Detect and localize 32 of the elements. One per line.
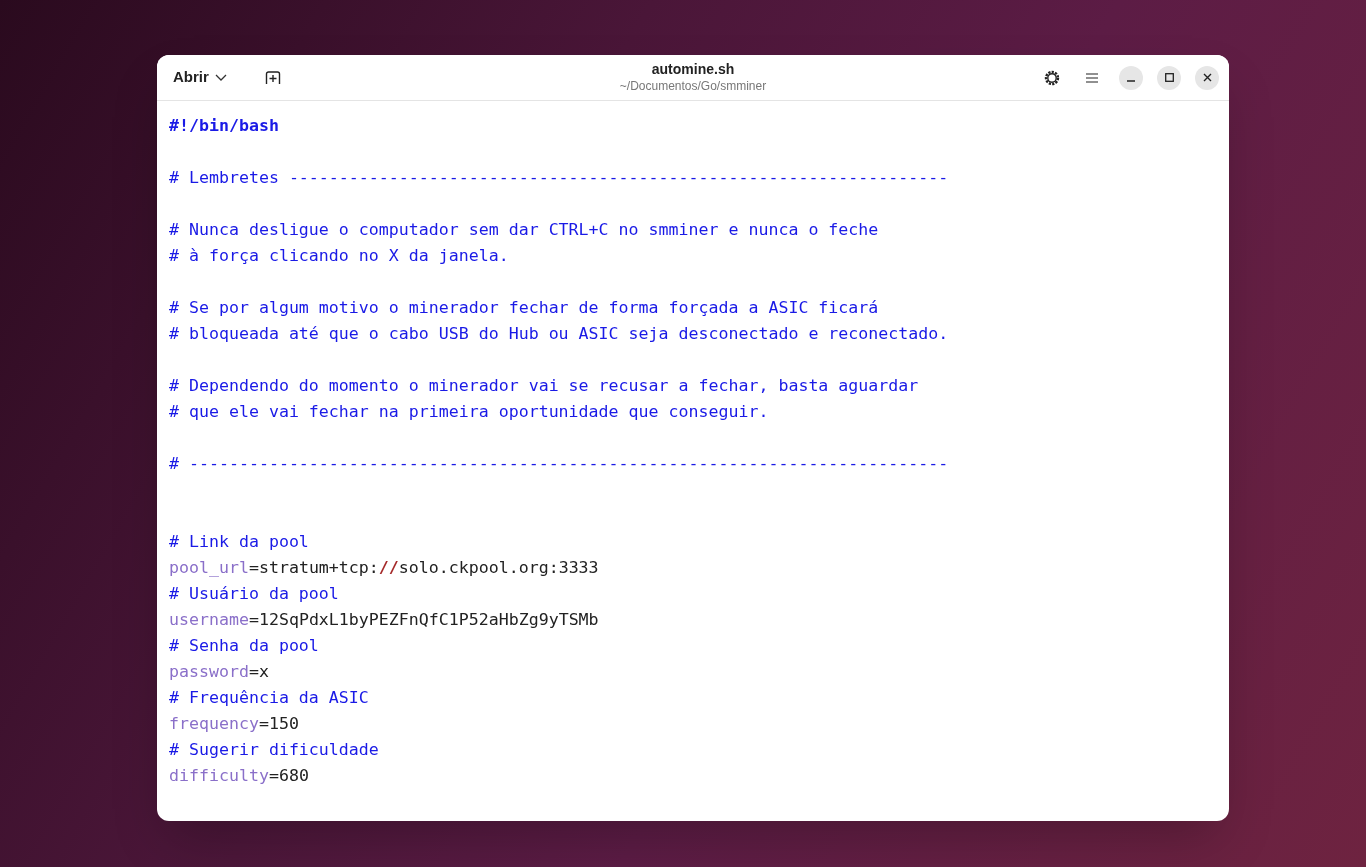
code-line: # à força clicando no X da janela.: [169, 245, 509, 267]
file-path: ~/Documentos/Go/smminer: [619, 78, 767, 94]
code-line: # Nunca desligue o computador sem dar CTRL+C no smminer e nunca o feche: [169, 219, 879, 241]
code-line: frequency=150: [169, 713, 299, 735]
menu-icon: [1086, 72, 1098, 83]
code-line: # Sugerir dificuldade: [169, 739, 379, 761]
code-line: # Usuário da pool: [169, 583, 339, 605]
code-line: # bloqueada até que o cabo USB do Hub ou ASIC seja desconectado e reconectado.: [169, 323, 949, 345]
close-button[interactable]: [1195, 65, 1219, 90]
code-line: # Frequência da ASIC: [169, 687, 369, 709]
code-line: difficulty=680: [169, 765, 309, 787]
settings-icon: [1043, 68, 1061, 87]
minimize-icon: [1127, 79, 1135, 82]
maximize-icon: [1164, 73, 1174, 82]
code-line: # Se por algum motivo o minerador fechar de forma forçada a ASIC ficará: [169, 297, 879, 319]
code-line: # que ele vai fechar na primeira oportunidade que conseguir.: [169, 401, 769, 423]
code-line: #!/bin/bash: [169, 115, 279, 137]
code-line: # ----------------------------------------------------------------------------: [169, 453, 949, 475]
code-line: # Lembretes ------------------------------------------------------------------: [169, 167, 949, 189]
code-line: # Link da pool: [169, 531, 309, 553]
code-line: # Senha da pool: [169, 635, 319, 657]
chevron-down-icon: [214, 73, 227, 82]
code-line: username=12SqPdxL1byPEZFnQfC1P52aHbZg9yTSMb: [169, 609, 599, 631]
maximize-button[interactable]: [1157, 65, 1181, 90]
code-line: pool_url=stratum+tcp://solo.ckpool.org:3333: [169, 557, 599, 579]
minimize-button[interactable]: [1119, 65, 1143, 90]
code-line: # Dependendo do momento o minerador vai se recusar a fechar, basta aguardar: [169, 375, 919, 397]
open-button[interactable]: Abrir: [167, 62, 233, 93]
close-icon: [1202, 73, 1212, 82]
window-title: automine.sh: [651, 61, 735, 79]
code-line: password=x: [169, 661, 269, 683]
new-tab-icon: [264, 70, 281, 85]
